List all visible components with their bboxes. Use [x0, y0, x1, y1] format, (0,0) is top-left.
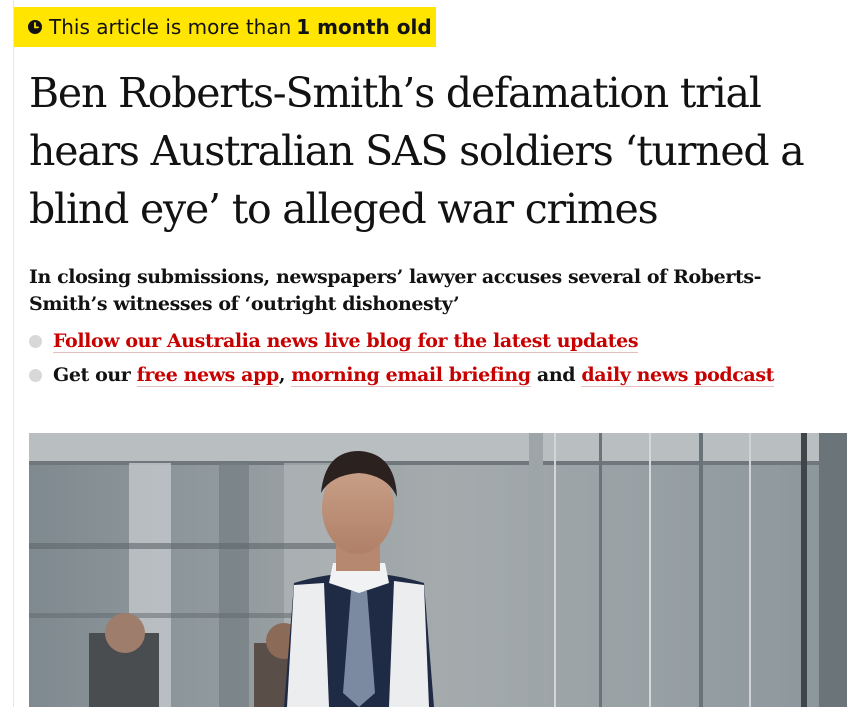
- list-item: Get our free news app, morning email bri…: [29, 362, 829, 388]
- clock-icon: [28, 20, 42, 34]
- and-text: and: [536, 364, 576, 386]
- article-age-banner: This article is more than 1 month old: [14, 7, 436, 47]
- article-standfirst: In closing submissions, newspapers’ lawy…: [29, 266, 762, 315]
- live-blog-link[interactable]: Follow our Australia news live blog for …: [53, 330, 639, 353]
- bullet-icon: [29, 335, 42, 348]
- article-photo-image: [29, 433, 847, 707]
- bullet-icon: [29, 369, 42, 382]
- podcast-link[interactable]: daily news podcast: [581, 364, 774, 387]
- related-links-list: Follow our Australia news live blog for …: [29, 328, 829, 396]
- article-photo: [29, 433, 847, 707]
- article-page: This article is more than 1 month old Be…: [0, 0, 865, 707]
- article-headline: Ben Roberts-Smith’s defamation trial hea…: [29, 69, 805, 233]
- list-item: Follow our Australia news live blog for …: [29, 328, 829, 354]
- banner-prefix: This article is more than: [49, 15, 292, 39]
- get-our-text: Get our: [53, 364, 131, 386]
- left-divider: [13, 0, 14, 707]
- news-app-link[interactable]: free news app: [136, 364, 279, 387]
- comma-text: ,: [278, 364, 286, 386]
- banner-age: 1 month old: [296, 15, 432, 39]
- email-briefing-link[interactable]: morning email briefing: [291, 364, 531, 387]
